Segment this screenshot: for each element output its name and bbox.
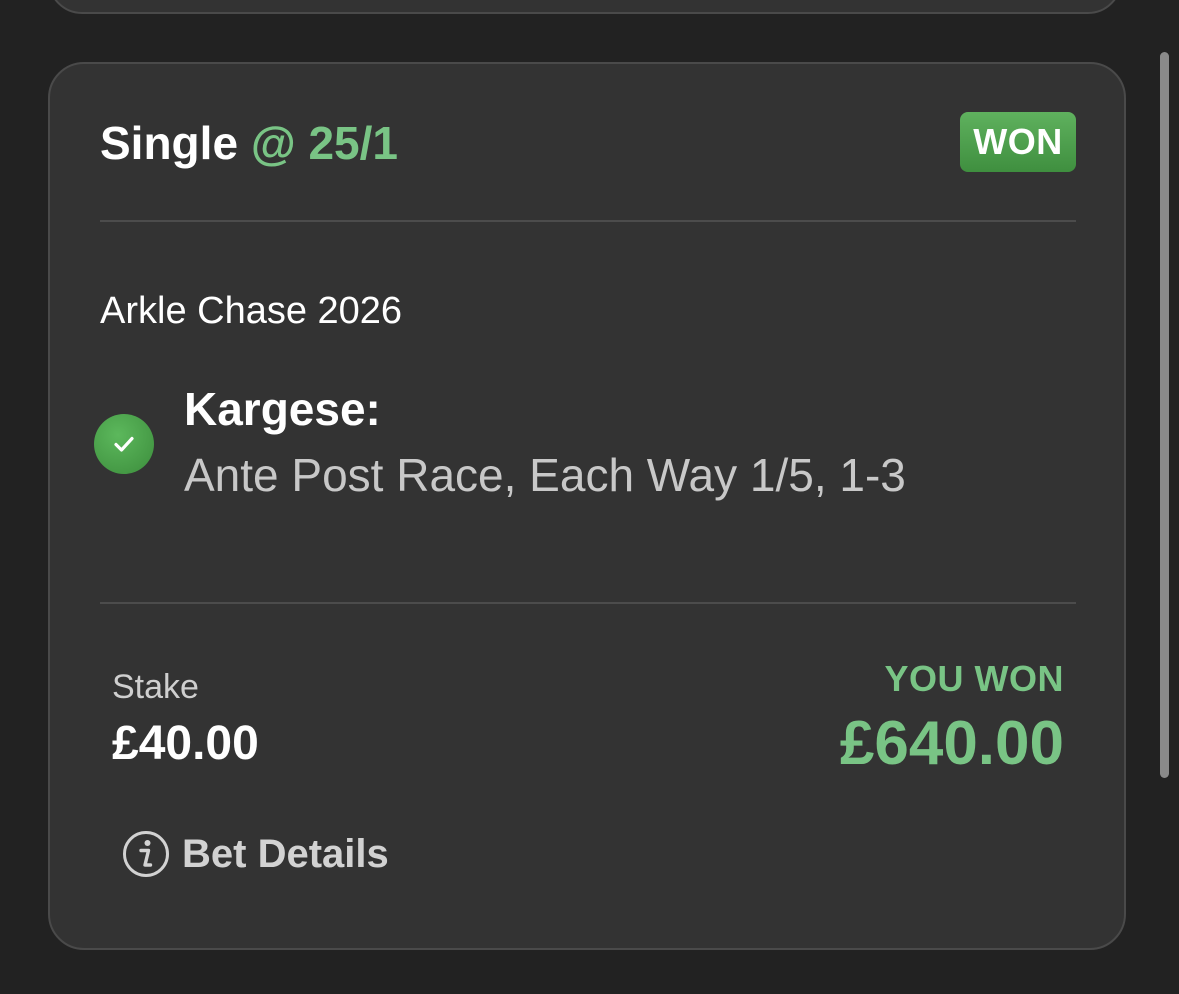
info-circle-icon [123, 831, 169, 877]
bet-history-view: Single @ 25/1 WON Arkle Chase 2026 Karge… [0, 0, 1179, 994]
bet-card[interactable]: Single @ 25/1 WON Arkle Chase 2026 Karge… [48, 62, 1126, 950]
bet-details-label: Bet Details [182, 831, 389, 876]
bet-odds: @ 25/1 [250, 117, 398, 169]
status-badge: WON [960, 112, 1076, 172]
divider [100, 220, 1076, 222]
divider [100, 602, 1076, 604]
market-description: Ante Post Race, Each Way 1/5, 1-3 [184, 449, 906, 501]
stake-value: £40.00 [112, 717, 259, 770]
stake-label: Stake [112, 668, 199, 706]
selection-name: Kargese: [184, 383, 381, 435]
returns-value: £640.00 [839, 709, 1064, 778]
bet-title: Single @ 25/1 [100, 116, 398, 170]
bet-type: Single [100, 117, 239, 169]
returns-label: YOU WON [884, 658, 1064, 699]
event-name: Arkle Chase 2026 [100, 290, 403, 332]
scrollbar[interactable] [1160, 52, 1169, 778]
bet-details-link[interactable]: Bet Details [122, 830, 389, 878]
previous-bet-card[interactable] [48, 0, 1122, 14]
check-circle-icon [94, 414, 154, 474]
